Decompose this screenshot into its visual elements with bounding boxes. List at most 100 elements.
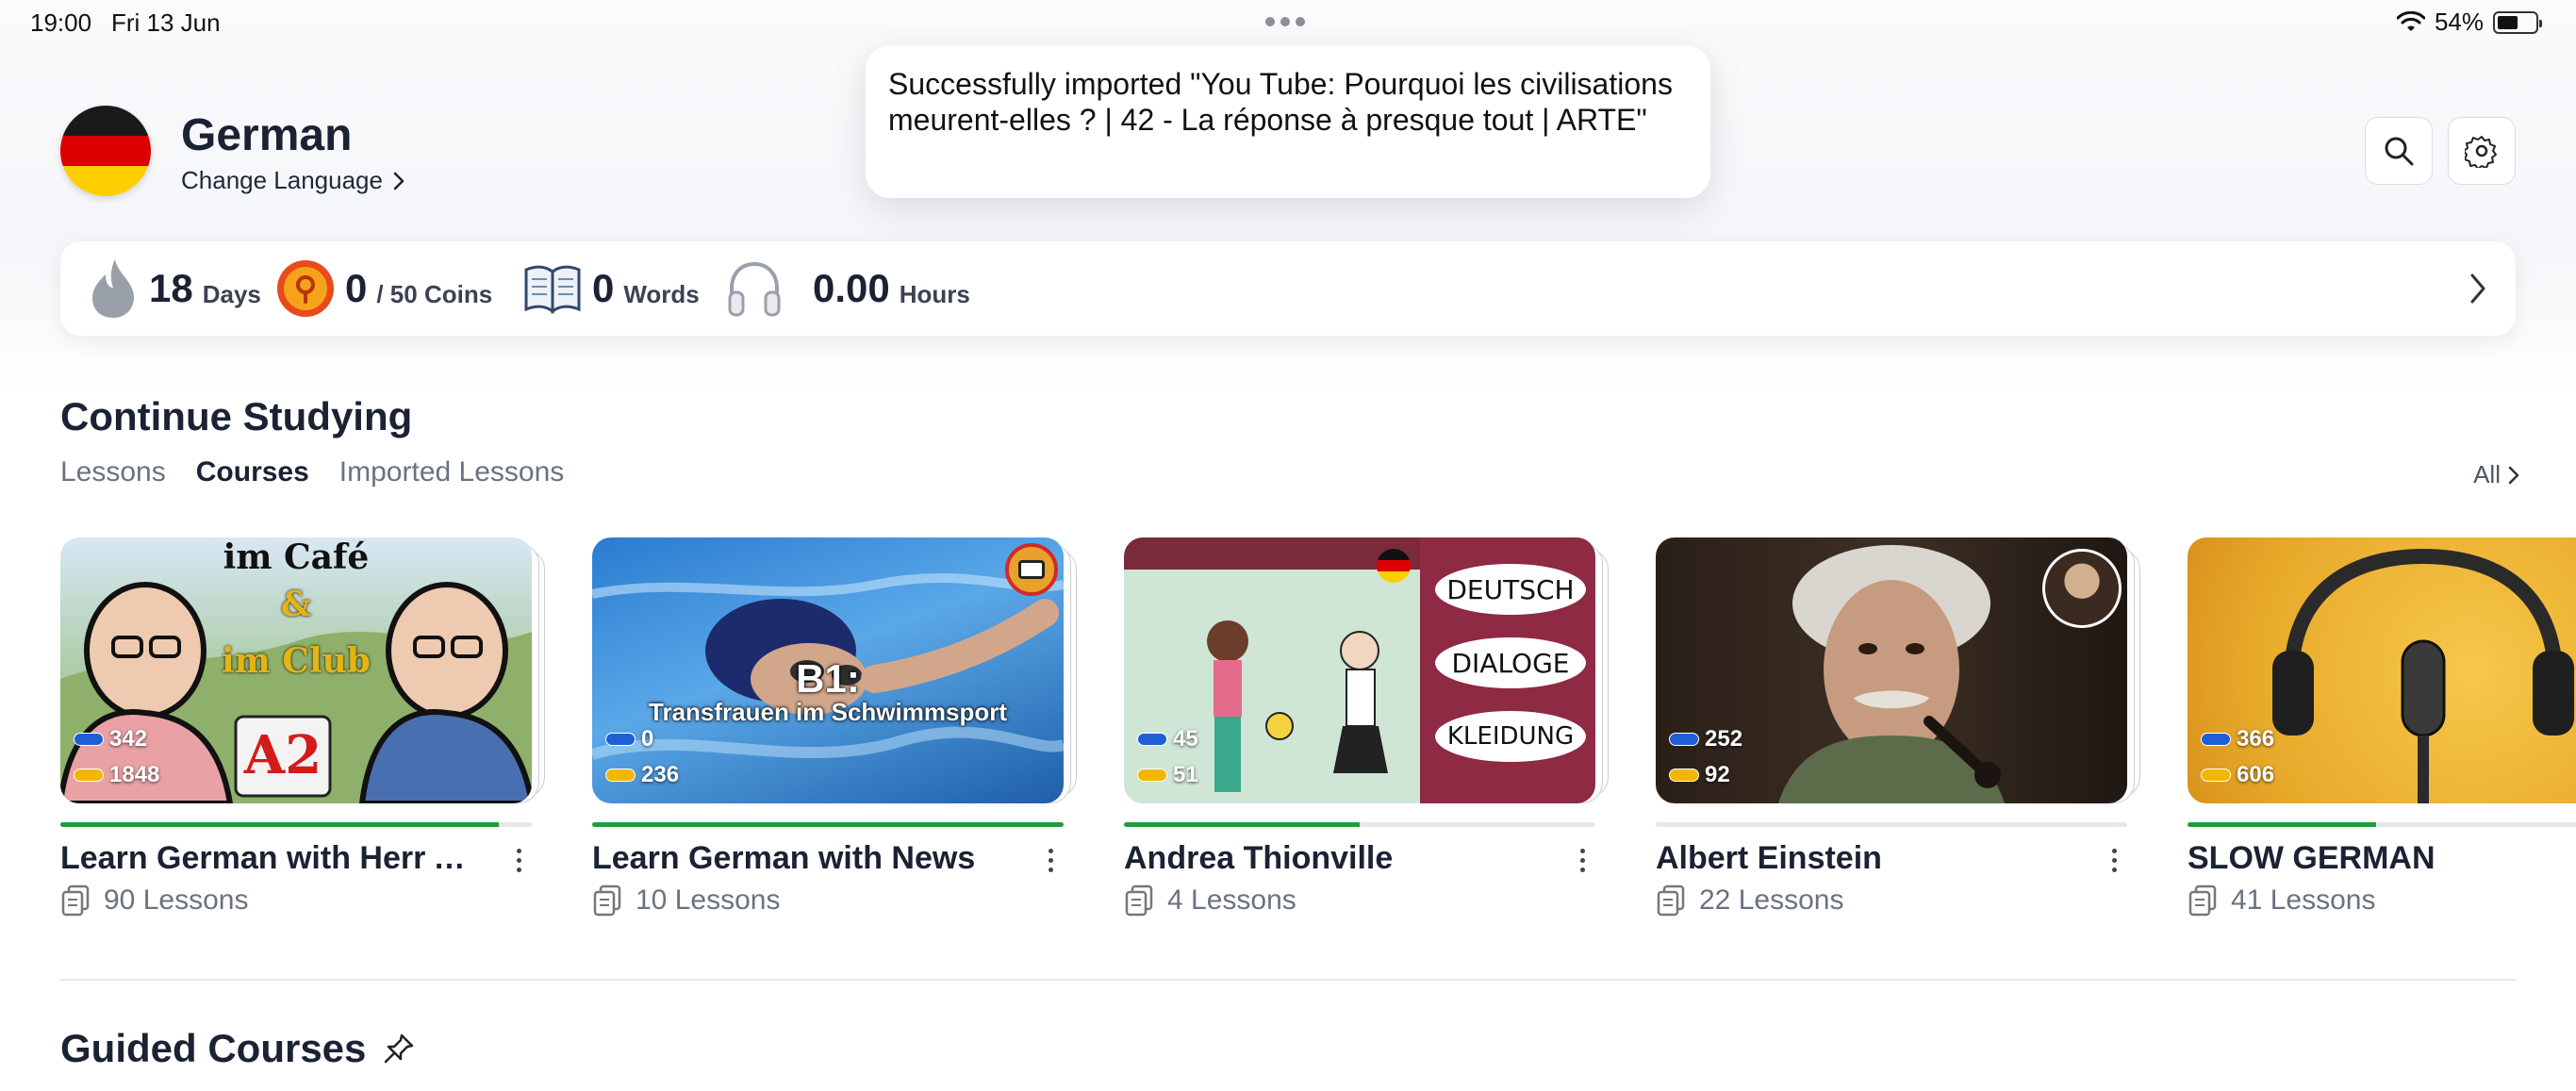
streak-stat: 18 Days (87, 241, 261, 336)
blue-count: 252 (1705, 726, 1743, 752)
course-card[interactable]: im Café & im Club A2 342 1848 Learn Germ… (60, 537, 545, 917)
level-badge: A2 (243, 724, 322, 786)
section-divider (60, 979, 2516, 981)
coins-unit: / 50 Coins (376, 279, 493, 308)
more-options-icon[interactable] (1039, 841, 1062, 879)
course-progress-bar (592, 822, 1064, 827)
course-title: SLOW GERMAN (2188, 840, 2436, 876)
gear-icon (2465, 136, 2497, 168)
course-card[interactable]: DEUTSCH DIALOGE KLEIDUNG 45 51 Andrea Th… (1124, 537, 1609, 917)
coin-icon (277, 260, 334, 317)
thumbnail-caption: Transfrauen im Schwimmsport (649, 698, 1007, 726)
tab-imported-lessons[interactable]: Imported Lessons (339, 456, 564, 488)
thumbnail-caption: im Club (222, 641, 371, 681)
guided-courses-header: Guided Courses (60, 1026, 415, 1071)
thumbnail-caption: B1: (796, 656, 860, 701)
status-date: Fri 13 Jun (111, 8, 221, 37)
word-counts: 366 606 (2201, 726, 2274, 788)
content-tabs: Lessons Courses Imported Lessons (60, 456, 564, 488)
settings-button[interactable] (2448, 117, 2516, 185)
language-flag-icon[interactable] (60, 106, 151, 196)
blue-count: 45 (1173, 726, 1198, 752)
lesson-count: 41 Lessons (2188, 884, 2576, 917)
hours-value: 0.00 (813, 266, 890, 310)
word-counts: 0 236 (605, 726, 679, 788)
status-indicators: 54% (2396, 8, 2542, 37)
change-language-label: Change Language (181, 166, 383, 194)
change-language-link[interactable]: Change Language (181, 166, 405, 195)
speech-bubble: DEUTSCH (1435, 564, 1586, 615)
search-button[interactable] (2365, 117, 2433, 185)
more-options-icon[interactable] (507, 841, 530, 879)
lesson-count: 4 Lessons (1124, 884, 1595, 917)
learning-words-icon (1137, 769, 1167, 782)
word-counts: 342 1848 (74, 726, 159, 788)
blue-count: 0 (641, 726, 654, 752)
tab-lessons[interactable]: Lessons (60, 456, 166, 488)
course-title: Andrea Thionville (1124, 840, 1394, 876)
hours-unit: Hours (899, 279, 970, 308)
course-card[interactable]: B1: Transfrauen im Schwimmsport 0 236 Le… (592, 537, 1077, 917)
chevron-right-icon (2508, 466, 2519, 484)
author-avatar (2042, 549, 2122, 628)
lesson-count-label: 4 Lessons (1167, 884, 1296, 916)
words-stat: 0 Words (522, 241, 700, 336)
lessons-stack-icon (593, 884, 621, 917)
lesson-count: 10 Lessons (592, 884, 1064, 917)
lesson-count-label: 22 Lessons (1699, 884, 1844, 916)
learning-words-icon (2201, 769, 2231, 782)
word-counts: 45 51 (1137, 726, 1198, 788)
chevron-right-icon (393, 172, 405, 190)
all-courses-link[interactable]: All (2473, 460, 2519, 489)
yellow-count: 51 (1173, 762, 1198, 787)
course-thumbnail: B1: Transfrauen im Schwimmsport 0 236 (592, 537, 1064, 803)
lessons-stack-icon (61, 884, 90, 917)
lessons-stack-icon (2188, 884, 2217, 917)
thumbnail-caption: im Café (223, 537, 370, 577)
yellow-count: 606 (2237, 762, 2275, 787)
search-icon (2385, 137, 2414, 166)
multitasking-dots-icon[interactable] (1265, 17, 1305, 26)
course-card[interactable]: 366 606 SLOW GERMAN 41 Lessons (2188, 537, 2576, 934)
course-progress-bar (1124, 822, 1595, 827)
continue-studying-title: Continue Studying (60, 394, 413, 438)
tab-courses[interactable]: Courses (196, 456, 309, 488)
more-options-icon[interactable] (1571, 841, 1593, 879)
course-thumbnail: 366 606 (2188, 537, 2576, 803)
chevron-right-icon (2470, 273, 2485, 304)
known-words-icon (2201, 733, 2231, 746)
course-progress-bar (1656, 822, 2127, 827)
status-time: 19:00 (30, 8, 92, 37)
stats-card[interactable]: 18 Days 0 / 50 Coins 0 Words 0.00 Hours (60, 241, 2516, 336)
course-card[interactable]: 252 92 Albert Einstein 22 Lessons (1656, 537, 2140, 917)
speech-bubble: DIALOGE (1435, 637, 1586, 688)
all-label: All (2473, 460, 2501, 488)
lesson-count-label: 10 Lessons (636, 884, 781, 916)
known-words-icon (605, 733, 636, 746)
headphones-icon (728, 261, 781, 317)
coins-value: 0 (345, 266, 368, 310)
blue-count: 342 (109, 726, 148, 752)
lesson-count-label: 90 Lessons (104, 884, 249, 916)
course-title: Learn German with News (592, 840, 976, 876)
course-progress-bar (2188, 822, 2576, 827)
guided-courses-title: Guided Courses (60, 1026, 367, 1070)
words-value: 0 (592, 266, 615, 310)
course-thumbnail: DEUTSCH DIALOGE KLEIDUNG 45 51 (1124, 537, 1595, 803)
status-bar: 19:00 Fri 13 Jun 54% (0, 0, 2576, 45)
streak-unit: Days (202, 279, 261, 308)
course-thumbnail: im Café & im Club A2 342 1848 (60, 537, 532, 803)
course-thumbnail: 252 92 (1656, 537, 2127, 803)
word-counts: 252 92 (1669, 726, 1742, 788)
learning-words-icon (1669, 769, 1699, 782)
book-icon (524, 265, 581, 314)
yellow-count: 236 (641, 762, 680, 787)
pin-icon[interactable] (383, 1033, 415, 1065)
course-title: Albert Einstein (1656, 840, 1882, 876)
more-options-icon[interactable] (2103, 841, 2125, 879)
flame-icon (92, 259, 134, 318)
blue-count: 366 (2237, 726, 2275, 752)
course-title: Learn German with Herr A... (60, 840, 475, 876)
lesson-count: 22 Lessons (1656, 884, 2127, 917)
hours-stat: 0.00 Hours (724, 241, 970, 336)
